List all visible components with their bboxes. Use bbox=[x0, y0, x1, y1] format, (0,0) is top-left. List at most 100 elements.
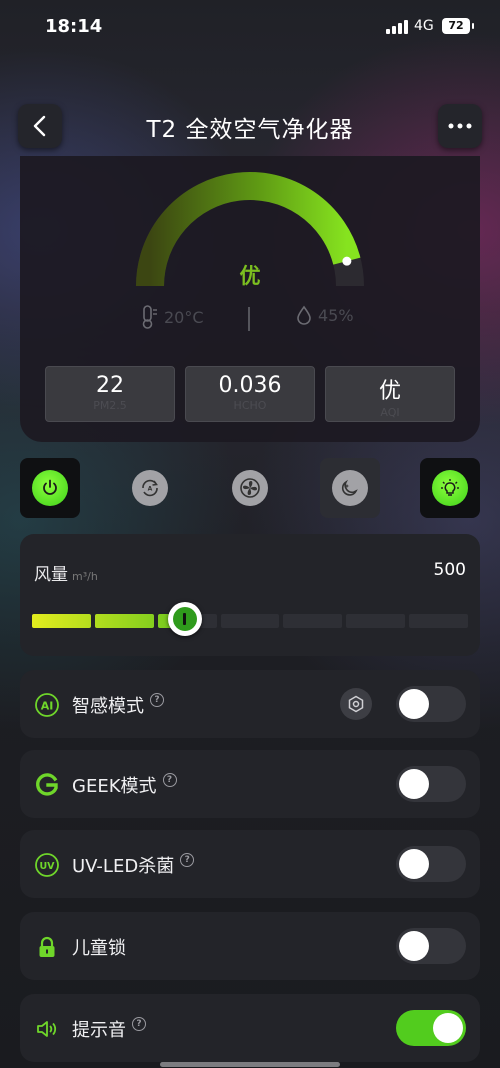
light-button[interactable] bbox=[420, 458, 480, 518]
setting-label: 提示音? bbox=[72, 1016, 146, 1042]
wind-slider-track[interactable] bbox=[32, 614, 468, 628]
temperature-value: 20°C bbox=[164, 307, 204, 327]
battery-level: 72 bbox=[448, 19, 464, 32]
toggle-knob bbox=[433, 1013, 463, 1043]
uv-icon: UV bbox=[34, 852, 60, 878]
auto-mode-button[interactable]: A bbox=[120, 458, 180, 518]
toggle-knob bbox=[399, 769, 429, 799]
setting-label-text: GEEK模式 bbox=[72, 776, 157, 797]
slider-handle-grip bbox=[172, 607, 197, 631]
battery-icon: 72 bbox=[442, 18, 474, 34]
metric-value: 优 bbox=[378, 379, 401, 404]
page-title: T2 全效空气净化器 bbox=[146, 117, 354, 143]
setting-label-text: 智感模式 bbox=[72, 696, 144, 717]
setting-row-sound: 提示音? bbox=[20, 994, 480, 1062]
help-icon[interactable]: ? bbox=[162, 773, 177, 787]
metric-label: PM2.5 bbox=[93, 399, 127, 412]
setting-label: 儿童锁 bbox=[72, 934, 126, 960]
svg-text:UV: UV bbox=[39, 861, 55, 872]
setting-label-text: UV-LED杀菌 bbox=[72, 856, 175, 877]
mode-bar: A bbox=[20, 458, 480, 518]
wind-slider-segment bbox=[220, 614, 280, 628]
env-divider bbox=[248, 307, 250, 331]
humidity-readout: 45% bbox=[296, 305, 354, 325]
wind-value: 500 bbox=[433, 560, 466, 580]
fan-mode-indicator bbox=[232, 470, 268, 506]
wind-slider-handle[interactable] bbox=[167, 602, 202, 636]
wind-slider-segment bbox=[346, 614, 406, 628]
wind-slider-fill bbox=[32, 614, 91, 628]
wind-label-text: 风量 bbox=[34, 565, 68, 585]
setting-label: GEEK模式? bbox=[72, 772, 177, 798]
air-quality-label: 优 bbox=[239, 264, 261, 288]
ai-icon: AI bbox=[34, 692, 60, 718]
humidity-value: 45% bbox=[318, 305, 354, 325]
smart-mode-toggle[interactable] bbox=[396, 686, 466, 722]
fan-icon bbox=[240, 478, 260, 498]
svg-text:A: A bbox=[148, 486, 153, 493]
setting-label: 智感模式? bbox=[72, 692, 164, 718]
network-type: 4G bbox=[414, 18, 434, 34]
moon-icon bbox=[341, 479, 358, 496]
temperature-readout: 20°C bbox=[140, 305, 204, 329]
setting-label: UV-LED杀菌? bbox=[72, 852, 195, 878]
environment-row: 20°C 45% bbox=[20, 305, 480, 335]
wind-slider-segment bbox=[283, 614, 343, 628]
uv-led-toggle[interactable] bbox=[396, 846, 466, 882]
geek-g-icon bbox=[34, 772, 60, 798]
svg-text:AI: AI bbox=[41, 700, 54, 713]
back-button[interactable] bbox=[18, 104, 62, 148]
geek-mode-toggle[interactable] bbox=[396, 766, 466, 802]
wind-volume-card: 风量 m³/h 500 bbox=[20, 534, 480, 656]
more-button[interactable] bbox=[438, 104, 482, 148]
metric-label: AQI bbox=[380, 406, 400, 419]
power-icon bbox=[43, 479, 57, 495]
smart-mode-settings-button[interactable] bbox=[340, 688, 372, 720]
help-icon[interactable]: ? bbox=[132, 1017, 146, 1031]
metric-label: HCHO bbox=[233, 399, 267, 412]
gauge-indicator bbox=[342, 256, 352, 266]
lock-icon bbox=[34, 934, 60, 960]
water-drop-icon bbox=[297, 305, 311, 325]
home-indicator bbox=[160, 1062, 340, 1067]
more-dots-icon bbox=[448, 123, 472, 129]
light-indicator bbox=[432, 470, 468, 506]
help-icon[interactable]: ? bbox=[150, 693, 164, 707]
help-icon[interactable]: ? bbox=[180, 853, 195, 867]
setting-row-uv-led: UV UV-LED杀菌? bbox=[20, 830, 480, 898]
thermometer-icon bbox=[142, 305, 157, 329]
setting-row-smart-mode: AI 智感模式? bbox=[20, 670, 480, 738]
sleep-mode-indicator bbox=[332, 470, 368, 506]
metric-hcho: 0.036 HCHO bbox=[185, 366, 315, 422]
metric-value: 0.036 bbox=[218, 373, 282, 398]
toggle-knob bbox=[399, 931, 429, 961]
power-button[interactable] bbox=[20, 458, 80, 518]
status-bar: 18:14 4G 72 bbox=[0, 0, 500, 52]
sleep-mode-button[interactable] bbox=[320, 458, 380, 518]
wind-slider-fill bbox=[94, 614, 154, 628]
power-indicator bbox=[32, 470, 68, 506]
metric-aqi: 优 AQI bbox=[325, 366, 455, 422]
signal-icon bbox=[386, 20, 408, 34]
wind-slider-segment bbox=[409, 614, 468, 628]
setting-label-text: 提示音 bbox=[72, 1020, 126, 1041]
toggle-knob bbox=[399, 689, 429, 719]
speaker-icon bbox=[34, 1016, 60, 1042]
sound-toggle[interactable] bbox=[396, 1010, 466, 1046]
child-lock-toggle[interactable] bbox=[396, 928, 466, 964]
light-bulb-icon bbox=[441, 479, 459, 496]
wind-label: 风量 m³/h bbox=[34, 560, 98, 585]
gear-icon bbox=[348, 695, 364, 713]
metric-value: 22 bbox=[96, 373, 124, 398]
setting-row-child-lock: 儿童锁 bbox=[20, 912, 480, 980]
fan-mode-button[interactable] bbox=[220, 458, 280, 518]
toggle-knob bbox=[399, 849, 429, 879]
wind-unit: m³/h bbox=[72, 570, 98, 583]
metric-pm25: 22 PM2.5 bbox=[45, 366, 175, 422]
status-time: 18:14 bbox=[45, 16, 103, 37]
setting-row-geek-mode: GEEK模式? bbox=[20, 750, 480, 818]
auto-mode-icon: A bbox=[142, 479, 158, 497]
auto-mode-indicator: A bbox=[132, 470, 168, 506]
chevron-left-icon bbox=[33, 115, 46, 137]
setting-label-text: 儿童锁 bbox=[72, 938, 126, 959]
